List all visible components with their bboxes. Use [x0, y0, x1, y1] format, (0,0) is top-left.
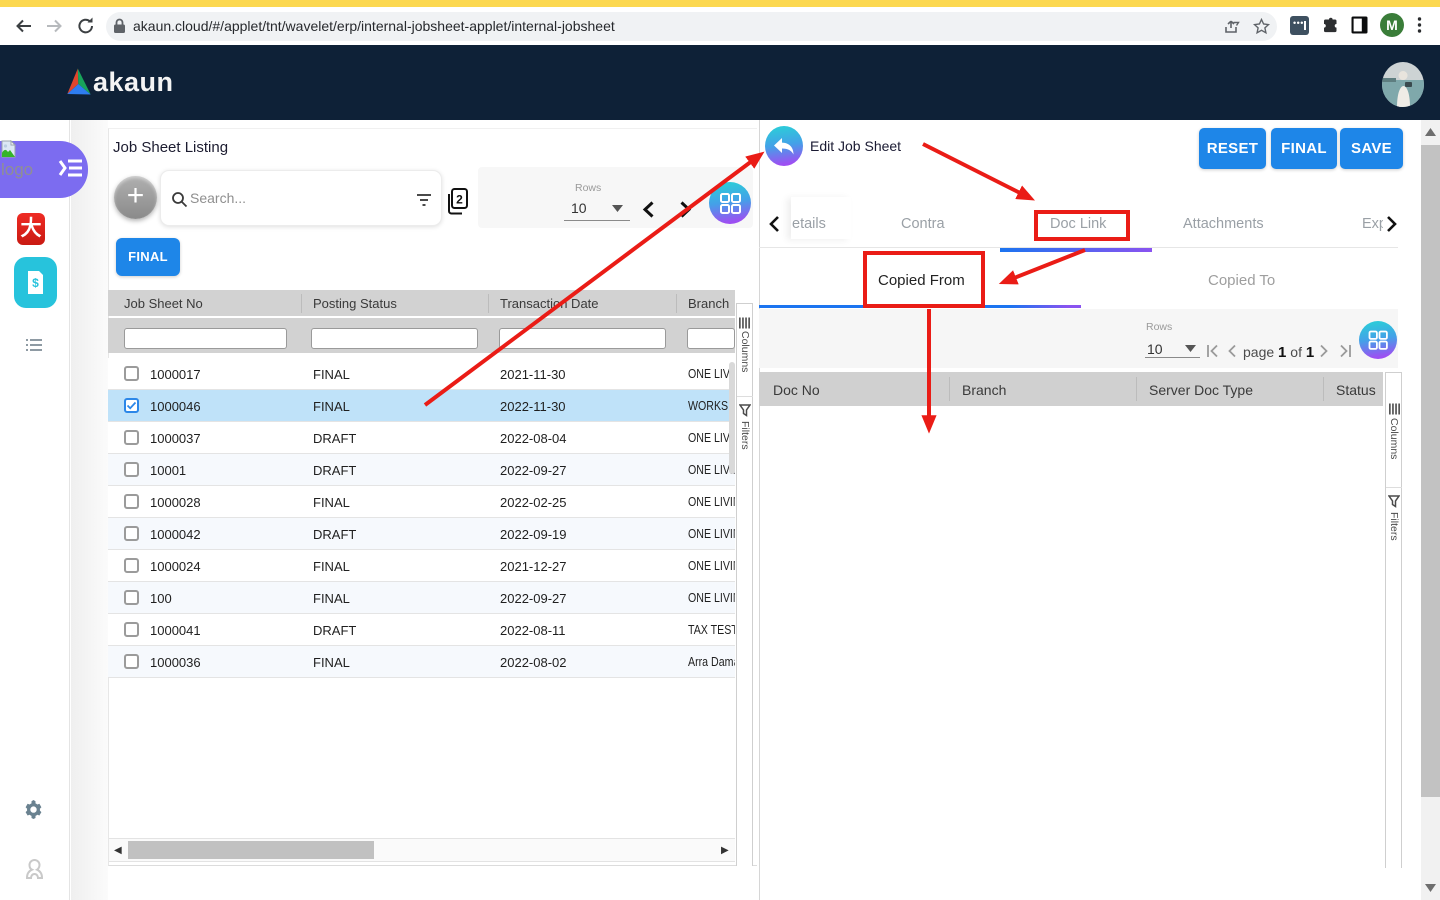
svg-text:2: 2	[456, 193, 463, 207]
svg-text:$: $	[32, 276, 39, 290]
